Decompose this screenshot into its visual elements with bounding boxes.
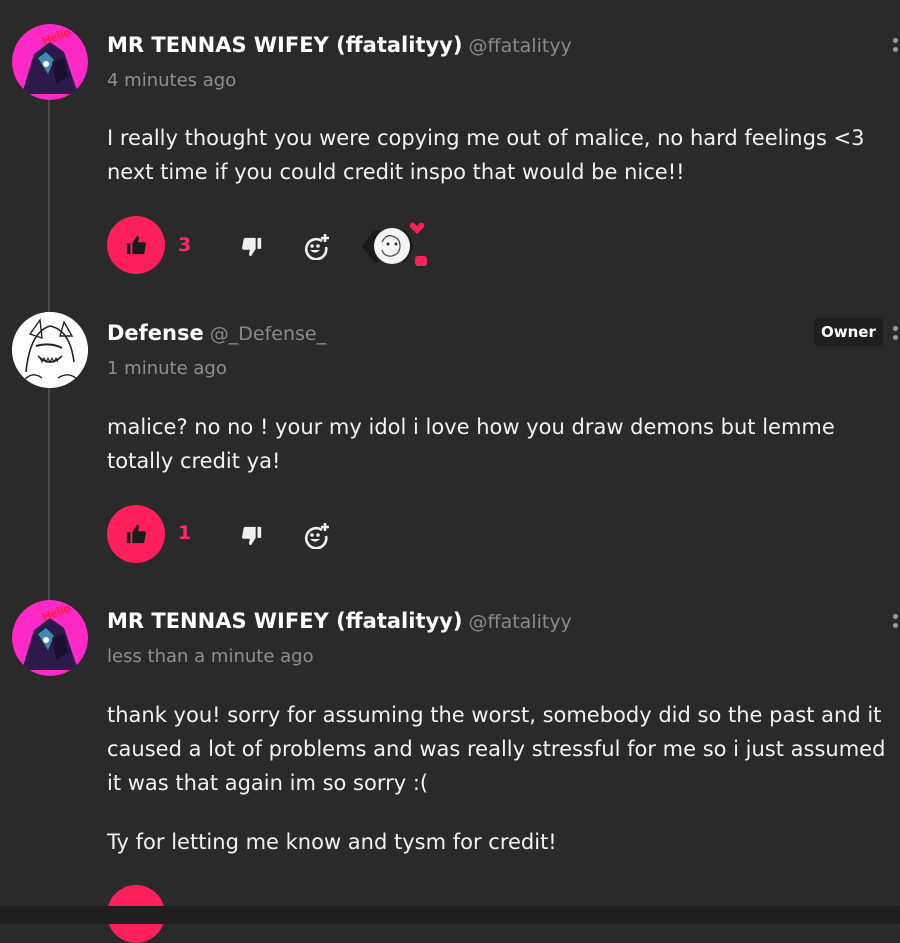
comment-line: Ty for letting me know and tysm for cred…	[107, 830, 557, 854]
avatar-mark: !!	[16, 87, 24, 100]
comment-time: 1 minute ago	[107, 358, 227, 379]
bottom-bar	[0, 906, 900, 924]
comment-time: 4 minutes ago	[107, 70, 237, 91]
comment-author[interactable]: MR TENNAS WIFEY (ffatalityy) @ffatalityy	[107, 33, 572, 57]
more-vertical-icon[interactable]	[893, 326, 900, 350]
comment-line: caused a lot of problems and was really …	[107, 737, 886, 761]
comment-body: thank you! sorry for assuming the worst,…	[107, 698, 900, 859]
more-vertical-icon[interactable]	[893, 614, 900, 638]
comment-line: totally credit ya!	[107, 449, 281, 473]
avatar[interactable]	[12, 312, 88, 388]
author-handle[interactable]: @ffatalityy	[468, 35, 571, 57]
like-button[interactable]	[107, 505, 165, 563]
author-name[interactable]: MR TENNAS WIFEY (ffatalityy)	[107, 609, 462, 633]
owner-badge: Owner	[814, 318, 883, 346]
author-handle[interactable]: @ffatalityy	[468, 611, 571, 633]
reaction-avatar-group[interactable]	[360, 218, 438, 278]
comment-body: malice? no no ! your my idol i love how …	[107, 410, 900, 478]
more-vertical-icon[interactable]	[893, 38, 900, 62]
author-name[interactable]: MR TENNAS WIFEY (ffatalityy)	[107, 33, 462, 57]
add-reaction-button[interactable]	[303, 232, 331, 261]
comment-line: next time if you could credit inspo that…	[107, 160, 685, 184]
add-reaction-button[interactable]	[303, 521, 331, 550]
thumbs-up-icon	[126, 524, 146, 544]
comment-line: malice? no no ! your my idol i love how …	[107, 415, 835, 439]
avatar[interactable]: Hello Bro !!	[12, 24, 88, 100]
author-name[interactable]: Defense	[107, 321, 204, 345]
dislike-button[interactable]	[241, 525, 263, 547]
dislike-button[interactable]	[241, 236, 263, 258]
thumbs-up-icon	[126, 235, 146, 255]
avatar[interactable]: Hello Bro !!	[12, 600, 88, 676]
comment-line: thank you! sorry for assuming the worst,…	[107, 703, 882, 727]
like-count: 1	[178, 522, 192, 544]
add-reaction-icon	[304, 234, 329, 261]
author-handle[interactable]: @_Defense_	[210, 323, 326, 345]
comment-body: I really thought you were copying me out…	[107, 121, 900, 189]
comment-author[interactable]: MR TENNAS WIFEY (ffatalityy) @ffatalityy	[107, 609, 572, 633]
avatar-mark: !!	[16, 663, 24, 676]
comment-line: it was that again im so sorry :(	[107, 771, 429, 795]
thumbs-down-icon	[242, 237, 262, 257]
add-reaction-icon	[304, 523, 329, 550]
comment-time: less than a minute ago	[107, 646, 314, 667]
like-button[interactable]	[107, 216, 165, 274]
like-count: 3	[178, 234, 192, 256]
comment-line-spacer	[107, 800, 900, 825]
comment-line: I really thought you were copying me out…	[107, 126, 865, 150]
thumbs-down-icon	[242, 526, 262, 546]
comment-author[interactable]: Defense @_Defense_	[107, 321, 326, 345]
